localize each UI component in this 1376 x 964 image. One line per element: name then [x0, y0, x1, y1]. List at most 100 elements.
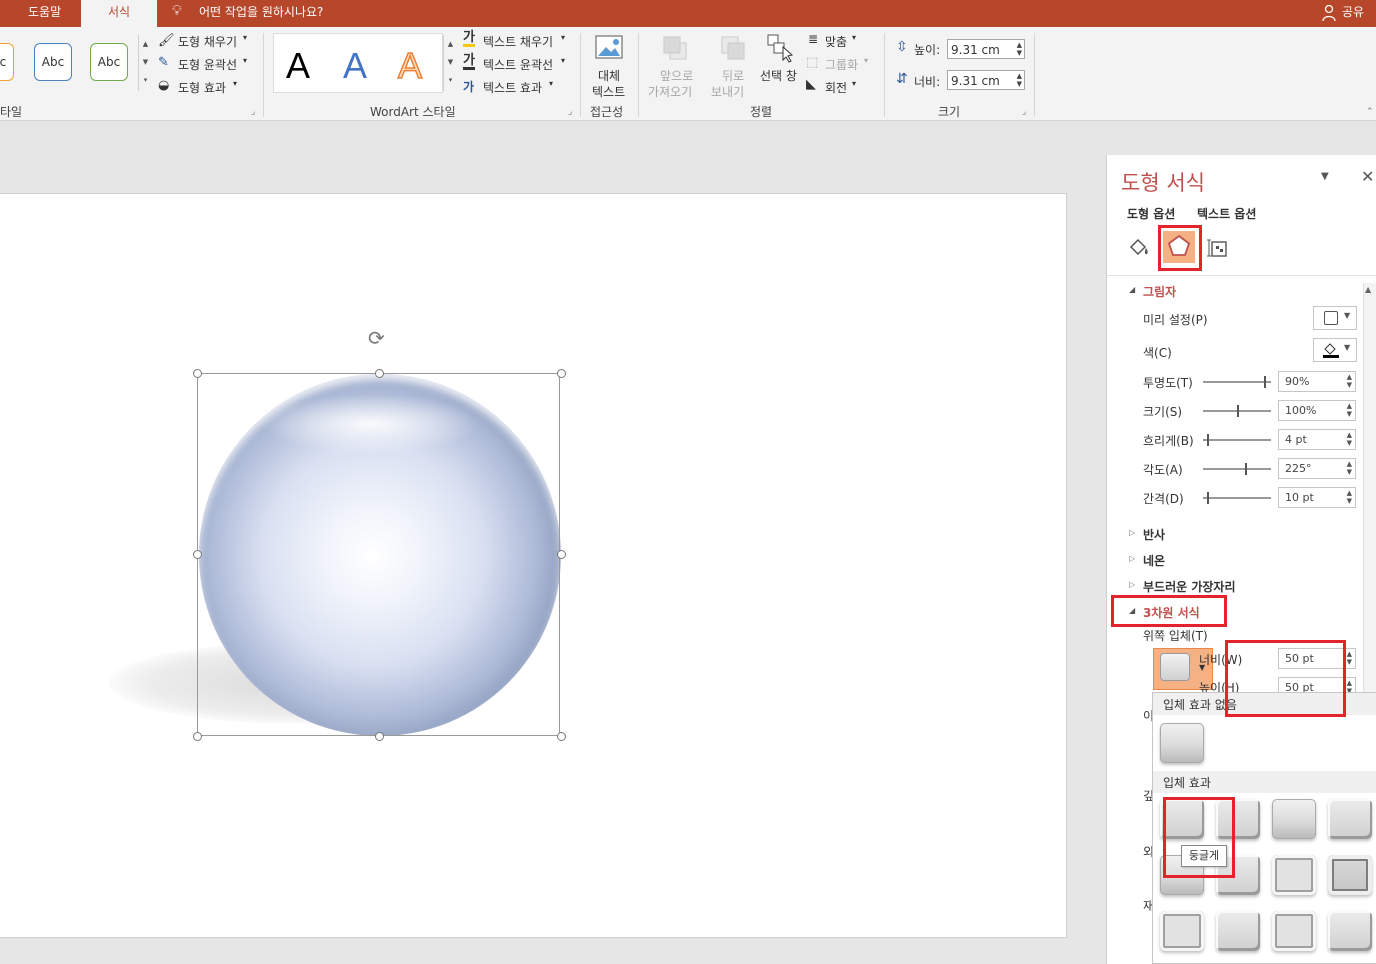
chevron-down-icon: ▾: [561, 33, 566, 42]
scroll-up-icon[interactable]: ▲: [1365, 285, 1371, 294]
tab-text-options[interactable]: 텍스트 옵션: [1197, 205, 1256, 222]
bevel-option-none[interactable]: [1160, 723, 1204, 763]
spinner-arrows-icon[interactable]: ▲ ▼: [1017, 72, 1022, 88]
bevel-option-hard-edge[interactable]: [1272, 911, 1316, 951]
shadow-section-heading[interactable]: 그림자: [1143, 283, 1176, 300]
collapse-ribbon-icon[interactable]: ⌃: [1366, 107, 1374, 117]
bevel-option-riblet[interactable]: [1216, 911, 1260, 951]
shadow-preset-dropdown[interactable]: ▼: [1313, 306, 1357, 330]
pencil-icon: ✎: [158, 55, 169, 70]
close-icon[interactable]: ✕: [1361, 167, 1374, 186]
bevel-option-divot[interactable]: [1160, 911, 1204, 951]
rotate-handle-icon[interactable]: ⟳: [368, 326, 385, 350]
shape-fill-button[interactable]: 도형 채우기: [178, 33, 237, 50]
ribbon-tab-bar: 도움말 서식 💡︎ 어떤 작업을 원하시나요? 공유: [0, 0, 1376, 27]
spinner-arrows-icon[interactable]: ▲ ▼: [1347, 489, 1352, 505]
bevel-option-convex[interactable]: [1272, 855, 1316, 895]
resize-handle-bottom-left[interactable]: [193, 732, 202, 741]
slider-thumb[interactable]: [1207, 434, 1209, 446]
shape-style-gallery-scroll[interactable]: ▲ ▼ ▾: [138, 35, 152, 91]
spinner-arrows-icon[interactable]: ▲ ▼: [1017, 41, 1022, 57]
rotate-button[interactable]: 회전: [825, 79, 847, 96]
arrange-group-label: 정렬: [750, 105, 773, 119]
resize-handle-top-left[interactable]: [193, 369, 202, 378]
shape-outline-button[interactable]: 도형 윤곽선: [178, 56, 237, 73]
tell-me-search[interactable]: 어떤 작업을 원하시나요?: [199, 0, 323, 27]
shape-style-orange[interactable]: Abc: [0, 43, 14, 81]
resize-handle-right[interactable]: [557, 550, 566, 559]
chevron-down-icon: ▾: [864, 56, 869, 65]
bring-forward-button-line1[interactable]: 앞으로: [660, 67, 693, 84]
pane-options-chevron-icon[interactable]: ▼: [1321, 171, 1329, 182]
dialog-launcher-icon[interactable]: ⌟: [251, 107, 255, 117]
fill-line-icon[interactable]: [1127, 235, 1151, 259]
bevel-option-slope[interactable]: [1328, 855, 1372, 895]
wordart-style-black[interactable]: A: [286, 45, 310, 87]
spinner-arrows-icon[interactable]: ▲ ▼: [1347, 460, 1352, 476]
transparency-spinner[interactable]: 90% ▲ ▼: [1278, 371, 1356, 392]
resize-handle-top-right[interactable]: [557, 369, 566, 378]
dialog-launcher-icon[interactable]: ⌟: [568, 107, 572, 117]
tab-help[interactable]: 도움말: [28, 0, 61, 27]
slider-thumb[interactable]: [1245, 463, 1247, 475]
bring-forward-button-line2[interactable]: 가져오기: [648, 83, 692, 100]
spinner-arrows-icon[interactable]: ▲ ▼: [1347, 402, 1352, 418]
shape-style-green[interactable]: Abc: [90, 43, 128, 81]
resize-handle-bottom-right[interactable]: [557, 732, 566, 741]
resize-handle-top[interactable]: [375, 369, 384, 378]
selection-pane-icon: [766, 33, 794, 63]
resize-handle-left[interactable]: [193, 550, 202, 559]
wordart-style-blue[interactable]: A: [343, 45, 367, 87]
height-spinner[interactable]: 9.31 cm ▲ ▼: [947, 39, 1025, 59]
tab-shape-options[interactable]: 도형 옵션: [1127, 205, 1175, 222]
width-spinner[interactable]: 9.31 cm ▲ ▼: [947, 70, 1025, 90]
wordart-gallery-scroll[interactable]: ▲ ▼ ▾: [443, 35, 457, 91]
spinner-arrows-icon[interactable]: ▲ ▼: [1347, 431, 1352, 447]
alt-text-button-line2[interactable]: 텍스트: [592, 83, 625, 100]
distance-spinner[interactable]: 10 pt ▲ ▼: [1278, 487, 1356, 508]
shadow-color-dropdown[interactable]: ▼: [1313, 338, 1357, 362]
text-effects-button[interactable]: 텍스트 효과: [483, 79, 542, 96]
transparency-slider[interactable]: [1203, 376, 1271, 388]
bevel-option-cross[interactable]: [1272, 799, 1316, 839]
align-button[interactable]: 맞춤: [825, 33, 847, 50]
tab-format[interactable]: 서식: [81, 0, 157, 27]
size-properties-icon[interactable]: [1207, 237, 1229, 259]
slider-thumb[interactable]: [1237, 405, 1239, 417]
bevel-option-art-deco[interactable]: [1328, 911, 1372, 951]
text-fill-button[interactable]: 텍스트 채우기: [483, 33, 553, 50]
angle-spinner[interactable]: 225° ▲ ▼: [1278, 458, 1356, 479]
angle-slider[interactable]: [1203, 463, 1271, 475]
share-button[interactable]: 공유: [1342, 0, 1364, 27]
size-slider[interactable]: [1203, 405, 1271, 417]
blur-slider[interactable]: [1203, 434, 1271, 446]
bring-forward-icon: [662, 35, 688, 61]
group-button[interactable]: 그룹화: [825, 56, 858, 73]
selection-pane-button[interactable]: 선택 창: [760, 67, 797, 84]
blur-spinner[interactable]: 4 pt ▲ ▼: [1278, 429, 1356, 450]
glow-section-heading[interactable]: 네온: [1143, 552, 1165, 569]
alt-text-button-line1[interactable]: 대체: [598, 67, 620, 84]
distance-slider[interactable]: [1203, 492, 1271, 504]
send-backward-button-line2[interactable]: 보내기: [711, 83, 744, 100]
bevel-option-cool-slant[interactable]: [1328, 799, 1372, 839]
ribbon: Abc Abc Abc ▲▼▾ 🖌︎ 도형 채우기 ▾ ✎ 도형 윤곽선 ▾ ◒…: [0, 27, 1376, 121]
soft-edges-section-heading[interactable]: 부드러운 가장자리: [1143, 578, 1236, 595]
chevron-down-icon: ▾: [549, 79, 554, 88]
slide-canvas[interactable]: ⟳: [0, 193, 1067, 938]
resize-handle-bottom[interactable]: [375, 732, 384, 741]
wordart-style-orange[interactable]: A: [397, 44, 423, 87]
shape-effects-button[interactable]: 도형 효과: [178, 79, 226, 96]
chevron-down-icon: ▾: [852, 33, 857, 42]
spinner-arrows-icon[interactable]: ▲ ▼: [1347, 650, 1352, 666]
spinner-arrows-icon[interactable]: ▲ ▼: [1347, 373, 1352, 389]
reflection-section-heading[interactable]: 반사: [1143, 526, 1165, 543]
shape-style-blue[interactable]: Abc: [34, 43, 72, 81]
send-backward-button-line1[interactable]: 뒤로: [722, 67, 744, 84]
wordart-group-label: WordArt 스타일: [370, 105, 456, 119]
slider-thumb[interactable]: [1264, 376, 1266, 388]
dialog-launcher-icon[interactable]: ⌟: [1022, 107, 1026, 117]
slider-thumb[interactable]: [1207, 492, 1209, 504]
text-outline-button[interactable]: 텍스트 윤곽선: [483, 56, 553, 73]
size-spinner[interactable]: 100% ▲ ▼: [1278, 400, 1356, 421]
